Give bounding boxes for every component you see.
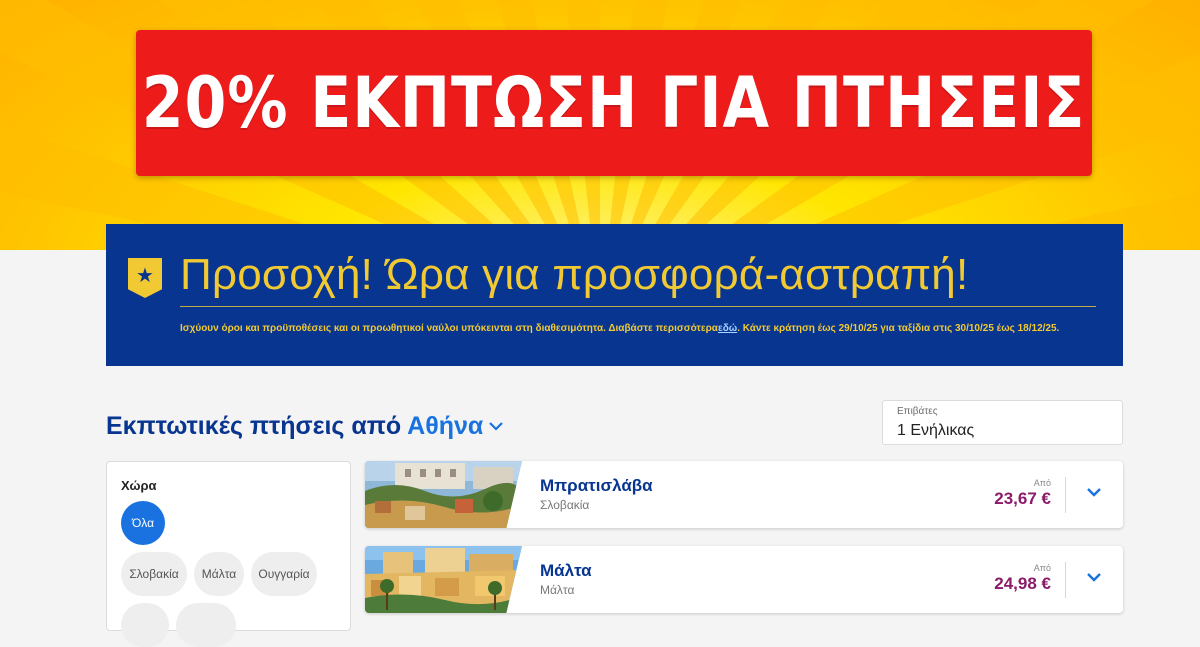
passengers-field[interactable]: Επιβάτες 1 Ενήλικας	[882, 400, 1123, 445]
promo-hero: 20% ΕΚΠΤΩΣΗ ΓΙΑ ΠΤΗΣΕΙΣ	[0, 0, 1200, 250]
departure-city-selector[interactable]: Αθήνα	[407, 412, 504, 440]
terms-text: Ισχύουν όροι και προϋποθέσεις και οι προ…	[180, 317, 1120, 340]
star-shield-icon: ★	[128, 258, 162, 298]
terms-link[interactable]: εδώ	[718, 323, 737, 334]
chip-hungary[interactable]: Ουγγαρία	[251, 552, 317, 596]
chip-more[interactable]	[121, 603, 169, 647]
divider	[1065, 562, 1066, 598]
price-from-label: Από	[1033, 478, 1051, 488]
destination-card[interactable]: Μάλτα Μάλτα Από 24,98 €	[365, 546, 1123, 613]
destination-country: Μάλτα	[540, 583, 575, 597]
flash-sale-panel: ★ Προσοχή! Ώρα για προσφορά-αστραπή! Ισχ…	[106, 224, 1123, 366]
destination-image	[365, 546, 522, 613]
chip-more[interactable]	[176, 603, 236, 647]
terms-tail: . Κάντε κράτηση έως 29/10/25 για ταξίδια…	[737, 323, 1060, 334]
chevron-down-icon[interactable]	[489, 415, 504, 436]
chip-all[interactable]: Όλα	[121, 501, 165, 545]
country-filter: Χώρα Όλα Σλοβακία Μάλτα Ουγγαρία	[106, 461, 351, 647]
destination-price: 23,67 €	[994, 489, 1051, 508]
chevron-down-icon[interactable]	[1085, 483, 1103, 501]
discount-banner-text: 20% ΕΚΠΤΩΣΗ ΓΙΑ ΠΤΗΣΕΙΣ	[142, 62, 1086, 144]
chevron-down-icon[interactable]	[1085, 568, 1103, 586]
divider	[1065, 477, 1066, 513]
destination-name: Μάλτα	[540, 561, 592, 580]
page-title-prefix: Εκπτωτικές πτήσεις από	[106, 412, 402, 440]
divider	[180, 306, 1096, 307]
chip-slovakia[interactable]: Σλοβακία	[121, 552, 187, 596]
terms-body: Ισχύουν όροι και προϋποθέσεις και οι προ…	[180, 323, 718, 334]
passengers-label: Επιβάτες	[897, 406, 938, 417]
destination-image	[365, 461, 522, 528]
departure-city[interactable]: Αθήνα	[407, 412, 483, 440]
country-filter-title: Χώρα	[121, 478, 157, 493]
destination-name: Μπρατισλάβα	[540, 476, 653, 495]
discount-banner: 20% ΕΚΠΤΩΣΗ ΓΙΑ ΠΤΗΣΕΙΣ	[136, 30, 1092, 176]
passengers-value[interactable]: 1 Ενήλικας	[897, 422, 974, 440]
price-from-label: Από	[1033, 563, 1051, 573]
destination-country: Σλοβακία	[540, 498, 590, 512]
chip-malta[interactable]: Μάλτα	[194, 552, 244, 596]
page-title: Εκπτωτικές πτήσεις από Αθήνα	[106, 412, 504, 441]
destination-price: 24,98 €	[994, 574, 1051, 593]
flash-sale-title: Προσοχή! Ώρα για προσφορά-αστραπή!	[180, 250, 969, 299]
destination-card[interactable]: Μπρατισλάβα Σλοβακία Από 23,67 €	[365, 461, 1123, 528]
